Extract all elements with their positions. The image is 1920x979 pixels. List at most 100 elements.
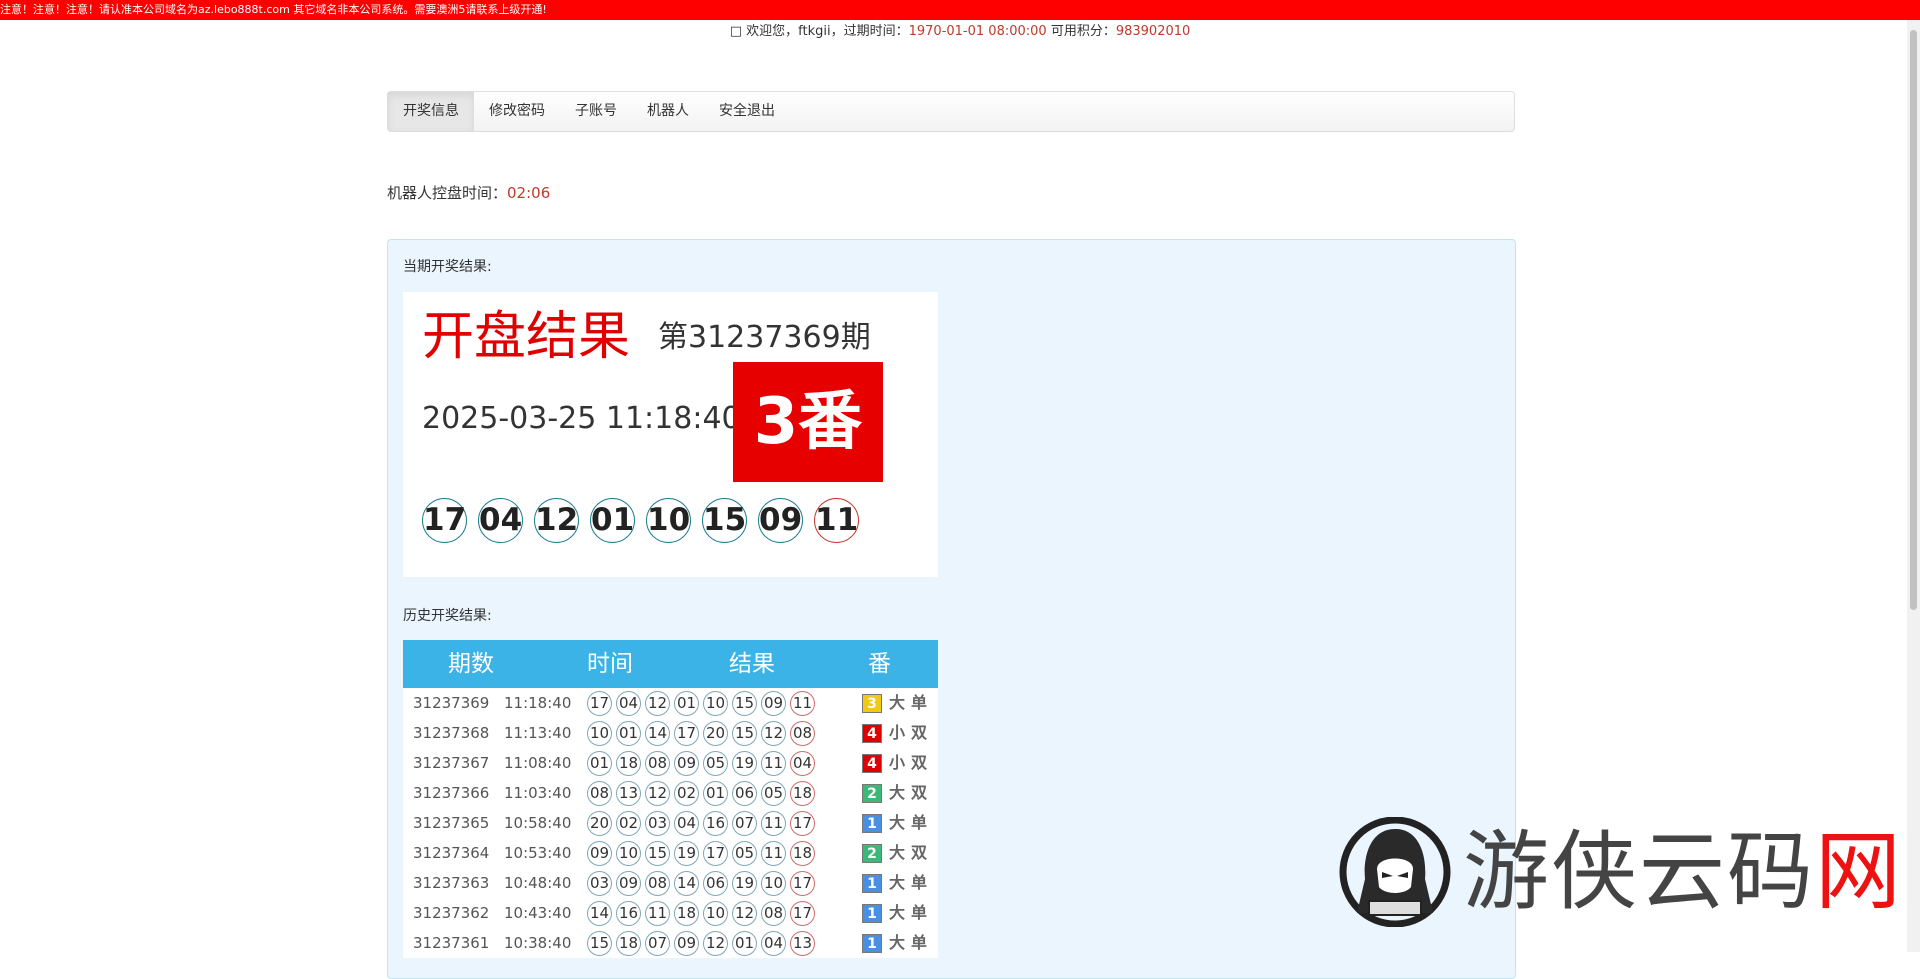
row-ball: 11 xyxy=(761,841,786,866)
col-time-header: 时间 xyxy=(587,651,633,677)
row-ball: 13 xyxy=(790,931,815,956)
history-body: 31237369 11:18:40 17 04 12 01 10 15 09 11 3 大单 31237… xyxy=(403,688,938,958)
watermark-text-red: 网 xyxy=(1815,822,1903,922)
row-parity: 双 xyxy=(911,843,928,862)
result-ball: 17 xyxy=(422,498,467,543)
row-time: 11:03:40 xyxy=(504,784,572,802)
row-ball: 16 xyxy=(703,811,728,836)
col-result-header: 结果 xyxy=(729,651,775,677)
row-ball: 17 xyxy=(587,691,612,716)
row-ball: 12 xyxy=(761,721,786,746)
row-ball: 04 xyxy=(790,751,815,776)
tab-sub-accounts[interactable]: 子账号 xyxy=(560,92,632,131)
row-issue: 31237367 xyxy=(413,754,490,772)
result-ball: 11 xyxy=(814,498,859,543)
tab-logout[interactable]: 安全退出 xyxy=(704,92,790,131)
row-ball: 01 xyxy=(703,781,728,806)
row-time: 11:08:40 xyxy=(504,754,572,772)
row-ball: 15 xyxy=(587,931,612,956)
row-fan-badge: 1 xyxy=(862,874,882,893)
result-ball: 09 xyxy=(758,498,803,543)
row-time: 10:43:40 xyxy=(504,904,572,922)
row-ball: 18 xyxy=(616,931,641,956)
row-parity: 单 xyxy=(911,813,928,832)
row-ball: 03 xyxy=(645,811,670,836)
row-fan-badge: 3 xyxy=(862,694,882,713)
table-row: 31237365 10:58:40 20 02 03 04 16 07 11 17 1 大单 xyxy=(403,808,938,838)
table-row: 31237367 11:08:40 01 18 08 09 05 19 11 04 4 小双 xyxy=(403,748,938,778)
result-issue: 第31237369期 xyxy=(658,320,871,355)
row-ball: 17 xyxy=(674,721,699,746)
row-ball: 01 xyxy=(616,721,641,746)
col-issue-header: 期数 xyxy=(448,651,494,677)
result-ball: 12 xyxy=(534,498,579,543)
result-fan-badge: 3番 xyxy=(733,362,883,482)
table-row: 31237368 11:13:40 10 01 14 17 20 15 12 08 4 小双 xyxy=(403,718,938,748)
row-ball: 12 xyxy=(703,931,728,956)
row-balls: 14 16 11 18 10 12 08 17 xyxy=(587,901,815,926)
result-ball: 01 xyxy=(590,498,635,543)
main-nav: 开奖信息 修改密码 子账号 机器人 安全退出 xyxy=(387,91,1515,132)
table-row: 31237361 10:38:40 15 18 07 09 12 01 04 13 1 大单 xyxy=(403,928,938,958)
table-row: 31237362 10:43:40 14 16 11 18 10 12 08 17 1 大单 xyxy=(403,898,938,928)
row-ball: 12 xyxy=(732,901,757,926)
row-ball: 18 xyxy=(790,781,815,806)
row-ball: 05 xyxy=(732,841,757,866)
row-ball: 17 xyxy=(790,901,815,926)
row-size: 大 xyxy=(889,813,906,832)
row-size: 大 xyxy=(889,843,906,862)
result-ball: 04 xyxy=(478,498,523,543)
row-size: 大 xyxy=(889,933,906,952)
row-ball: 08 xyxy=(761,901,786,926)
row-ball: 13 xyxy=(616,781,641,806)
row-time: 10:38:40 xyxy=(504,934,572,952)
row-ball: 05 xyxy=(761,781,786,806)
row-fan-badge: 2 xyxy=(862,844,882,863)
row-fan-badge: 1 xyxy=(862,904,882,923)
username: ftkgii xyxy=(798,24,831,39)
tab-robot[interactable]: 机器人 xyxy=(632,92,704,131)
row-balls: 09 10 15 19 17 05 11 18 xyxy=(587,841,815,866)
row-ball: 03 xyxy=(587,871,612,896)
row-ball: 14 xyxy=(645,721,670,746)
row-time: 10:48:40 xyxy=(504,874,572,892)
result-ball: 15 xyxy=(702,498,747,543)
expire-label: ，过期时间： xyxy=(830,24,909,39)
row-ball: 10 xyxy=(761,871,786,896)
tab-change-password[interactable]: 修改密码 xyxy=(474,92,560,131)
col-fan-header: 番 xyxy=(868,651,891,677)
row-balls: 20 02 03 04 16 07 11 17 xyxy=(587,811,815,836)
row-ball: 14 xyxy=(587,901,612,926)
points-label: 可用积分： xyxy=(1050,24,1116,39)
notice-marquee: 注意！注意！注意！请认准本公司域名为az.lebo888t.com 其它域名非本… xyxy=(0,0,1920,20)
row-issue: 31237364 xyxy=(413,844,490,862)
row-parity: 双 xyxy=(911,753,928,772)
page-scrollbar[interactable] xyxy=(1907,20,1920,952)
row-parity: 单 xyxy=(911,903,928,922)
row-size: 大 xyxy=(889,783,906,802)
row-fan-badge: 1 xyxy=(862,934,882,953)
row-time: 10:53:40 xyxy=(504,844,572,862)
row-ball: 11 xyxy=(761,751,786,776)
row-ball: 09 xyxy=(587,841,612,866)
row-ball: 17 xyxy=(703,841,728,866)
row-balls: 03 09 08 14 06 19 10 17 xyxy=(587,871,815,896)
row-ball: 10 xyxy=(616,841,641,866)
welcome-label: 欢迎您， xyxy=(746,24,799,39)
row-ball: 06 xyxy=(732,781,757,806)
current-result-card: 开盘结果 第31237369期 2025-03-25 11:18:40 3番 1… xyxy=(403,292,938,577)
row-ball: 04 xyxy=(761,931,786,956)
row-ball: 18 xyxy=(674,901,699,926)
robot-timer-label: 机器人控盘时间： xyxy=(387,184,508,202)
row-size: 小 xyxy=(889,723,906,742)
row-ball: 08 xyxy=(790,721,815,746)
row-ball: 09 xyxy=(616,871,641,896)
history-heading: 历史开奖结果: xyxy=(403,608,492,624)
tab-draw-info[interactable]: 开奖信息 xyxy=(388,92,474,131)
row-time: 11:18:40 xyxy=(504,694,572,712)
scrollbar-thumb[interactable] xyxy=(1910,30,1917,610)
row-issue: 31237363 xyxy=(413,874,490,892)
row-ball: 08 xyxy=(645,871,670,896)
row-ball: 05 xyxy=(703,751,728,776)
row-time: 11:13:40 xyxy=(504,724,572,742)
